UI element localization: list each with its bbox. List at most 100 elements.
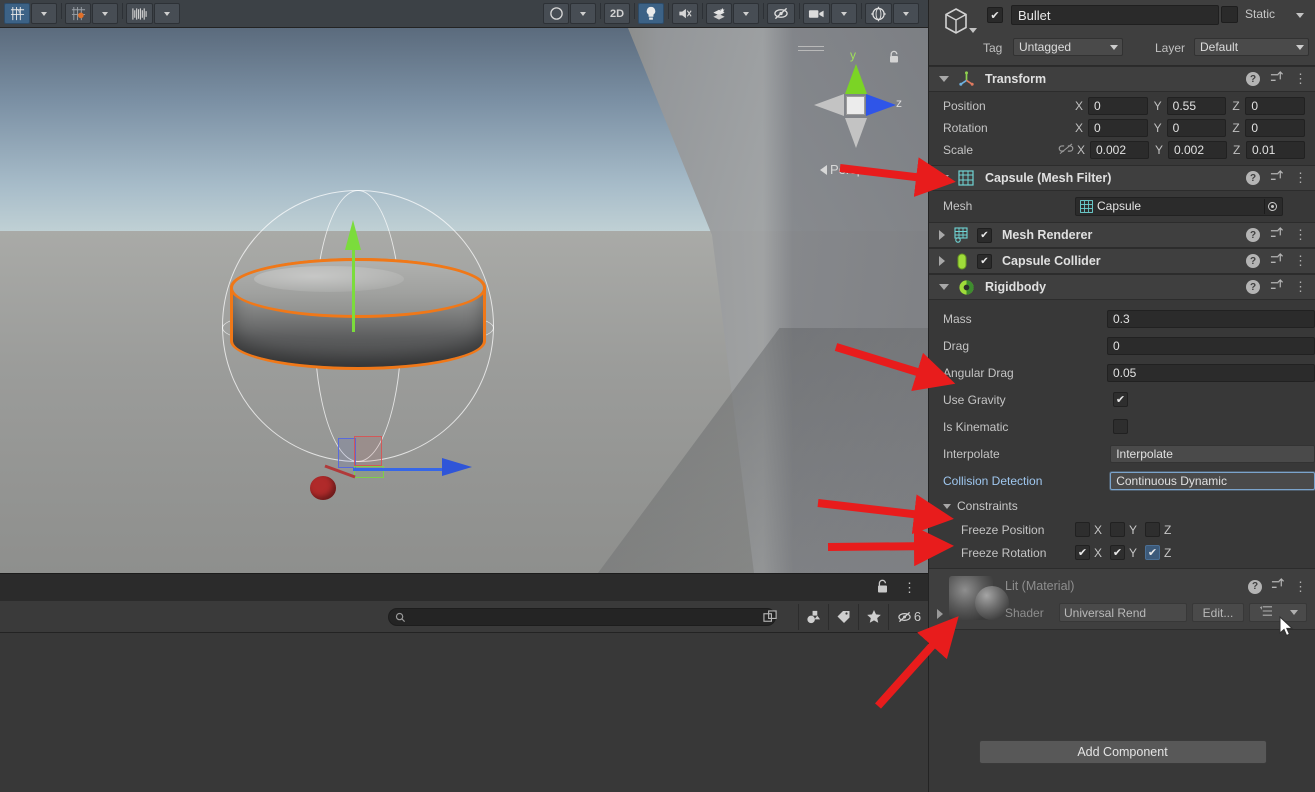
camera-settings-dropdown[interactable] (831, 3, 857, 24)
toggle-2d-button[interactable]: 2D (604, 3, 630, 24)
scene-view-gizmo[interactable]: y z Persp (792, 42, 912, 192)
preset-icon[interactable] (1270, 227, 1284, 244)
freeze-position-y-checkbox[interactable] (1110, 522, 1125, 537)
foldout-arrow-mesh-renderer[interactable] (939, 230, 945, 240)
preset-icon[interactable] (1270, 279, 1284, 296)
gizmo-cone-right[interactable] (866, 94, 896, 116)
static-checkbox[interactable] (1221, 6, 1238, 23)
preset-icon[interactable] (1270, 253, 1284, 270)
kebab-icon[interactable]: ⋮ (1294, 583, 1307, 591)
grid-snap-dropdown[interactable] (31, 3, 57, 24)
static-dropdown-caret[interactable] (1296, 13, 1304, 18)
collision-detection-dropdown[interactable]: Continuous Dynamic (1110, 472, 1315, 490)
layers-tool[interactable] (126, 3, 153, 24)
mesh-renderer-enabled-checkbox[interactable]: ✔ (977, 228, 992, 243)
component-header-transform[interactable]: Transform ? ⋮ (929, 66, 1315, 92)
foldout-arrow-mesh-filter[interactable] (939, 175, 949, 181)
constraints-foldout-row[interactable]: Constraints (929, 494, 1315, 518)
gizmo-axis-z-arrow[interactable] (442, 458, 472, 476)
shading-mode-dropdown[interactable] (570, 3, 596, 24)
kebab-icon[interactable]: ⋮ (1294, 231, 1307, 239)
new-asset-button[interactable] (798, 604, 828, 630)
scale-z-input[interactable]: 0.01 (1246, 141, 1305, 159)
object-name-input[interactable]: Bullet (1011, 5, 1219, 25)
gizmo-lock-icon[interactable] (888, 50, 900, 67)
object-icon-dropdown-caret[interactable] (969, 28, 977, 33)
freeze-position-x-checkbox[interactable] (1075, 522, 1090, 537)
scene-lighting-button[interactable] (638, 3, 664, 24)
scene-audio-button[interactable] (672, 3, 698, 24)
material-component-block[interactable]: Lit (Material) ? ⋮ Shader Universal Rend… (929, 568, 1315, 630)
add-component-button[interactable]: Add Component (979, 740, 1267, 764)
layer-dropdown[interactable]: Default (1194, 38, 1309, 56)
gizmo-cone-up[interactable] (845, 64, 867, 94)
help-icon[interactable]: ? (1246, 280, 1260, 294)
kebab-icon[interactable]: ⋮ (1294, 283, 1307, 291)
pivot-snap-tool[interactable] (65, 3, 91, 24)
component-header-rigidbody[interactable]: Rigidbody ? ⋮ (929, 274, 1315, 300)
scale-x-input[interactable]: 0.002 (1090, 141, 1149, 159)
preset-icon[interactable] (1271, 578, 1285, 595)
search-expand-button[interactable] (760, 607, 780, 627)
gizmo-center-cube[interactable] (846, 96, 865, 115)
foldout-arrow-material[interactable] (937, 609, 943, 619)
selected-object-group[interactable] (214, 180, 504, 490)
component-header-mesh-filter[interactable]: Capsule (Mesh Filter) ? ⋮ (929, 165, 1315, 191)
help-icon[interactable]: ? (1246, 72, 1260, 86)
rotation-x-input[interactable]: 0 (1088, 119, 1148, 137)
rotation-y-input[interactable]: 0 (1167, 119, 1227, 137)
freeze-rotation-y-checkbox[interactable]: ✔ (1110, 545, 1125, 560)
kebab-icon[interactable]: ⋮ (1294, 75, 1307, 83)
gizmo-plane-handle-yz[interactable] (354, 436, 382, 466)
scale-y-input[interactable]: 0.002 (1168, 141, 1227, 159)
freeze-rotation-x-checkbox[interactable]: ✔ (1075, 545, 1090, 560)
favorites-button[interactable] (858, 604, 888, 630)
project-panel-body[interactable] (0, 633, 928, 792)
label-filter-button[interactable] (828, 604, 858, 630)
shading-mode-button[interactable] (543, 3, 569, 24)
grid-snap-tool[interactable]: Y (4, 3, 30, 24)
mesh-object-field[interactable]: Capsule (1075, 197, 1283, 216)
gizmo-cone-left[interactable] (814, 94, 844, 116)
preset-icon[interactable] (1270, 170, 1284, 187)
foldout-arrow-capsule-collider[interactable] (939, 256, 945, 266)
gizmo-axis-y-arrow[interactable] (345, 220, 361, 250)
drag-input[interactable]: 0 (1107, 337, 1315, 355)
kebab-icon[interactable]: ⋮ (1294, 257, 1307, 265)
panel-menu-icon[interactable]: ⋮ (903, 584, 916, 592)
tag-dropdown[interactable]: Untagged (1013, 38, 1123, 56)
help-icon[interactable]: ? (1248, 580, 1262, 594)
position-z-input[interactable]: 0 (1245, 97, 1305, 115)
angular-drag-input[interactable]: 0.05 (1107, 364, 1315, 382)
help-icon[interactable]: ? (1246, 171, 1260, 185)
object-picker-button[interactable] (1264, 199, 1280, 214)
component-header-mesh-renderer[interactable]: ✔ Mesh Renderer ? ⋮ (929, 222, 1315, 248)
chain-broken-icon[interactable] (1057, 143, 1075, 158)
mass-input[interactable]: 0.3 (1107, 310, 1315, 328)
freeze-rotation-z-checkbox[interactable]: ✔ (1145, 545, 1160, 560)
component-header-capsule-collider[interactable]: ✔ Capsule Collider ? ⋮ (929, 248, 1315, 274)
camera-settings-button[interactable] (803, 3, 830, 24)
lock-icon[interactable] (876, 579, 889, 597)
help-icon[interactable]: ? (1246, 228, 1260, 242)
help-icon[interactable]: ? (1246, 254, 1260, 268)
is-kinematic-checkbox[interactable] (1113, 419, 1128, 434)
pivot-snap-dropdown[interactable] (92, 3, 118, 24)
material-preview-thumbnail[interactable] (949, 576, 993, 620)
foldout-arrow-constraints[interactable] (943, 504, 951, 509)
gizmo-axis-z-line[interactable] (353, 468, 445, 471)
project-search-input[interactable] (388, 608, 776, 626)
shader-edit-button[interactable]: Edit... (1192, 603, 1244, 622)
preset-icon[interactable] (1270, 71, 1284, 88)
foldout-arrow-transform[interactable] (939, 76, 949, 82)
kebab-icon[interactable]: ⋮ (1294, 174, 1307, 182)
use-gravity-checkbox[interactable]: ✔ (1113, 392, 1128, 407)
gizmos-dropdown[interactable] (893, 3, 919, 24)
hidden-count-button[interactable]: 6 (888, 604, 928, 630)
rotation-z-input[interactable]: 0 (1245, 119, 1305, 137)
layers-dropdown[interactable] (154, 3, 180, 24)
gizmo-axis-y-line[interactable] (352, 240, 355, 332)
gizmo-axis-x-handle[interactable] (310, 476, 336, 500)
freeze-position-z-checkbox[interactable] (1145, 522, 1160, 537)
gizmos-button[interactable] (865, 3, 892, 24)
